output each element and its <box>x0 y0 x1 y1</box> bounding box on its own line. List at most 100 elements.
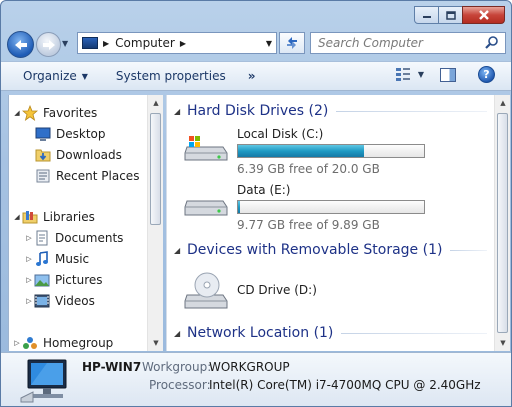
desktop-icon <box>35 127 51 141</box>
workgroup-label: Workgroup: <box>142 360 212 374</box>
collapsed-triangle-icon[interactable]: ▷ <box>24 297 34 305</box>
group-header-hard-disk-drives[interactable]: Hard Disk Drives (2) <box>187 103 487 119</box>
sidebar-item-libraries[interactable]: ◢ Libraries <box>12 207 95 227</box>
drive-name: Data (E:) <box>237 183 291 197</box>
sidebar-item-desktop[interactable]: Desktop <box>35 124 106 144</box>
documents-icon <box>36 230 48 246</box>
usage-bar-fill <box>238 201 241 213</box>
libraries-icon <box>22 211 38 224</box>
maximize-button[interactable] <box>438 6 463 24</box>
sidebar-item-label: Homegroup <box>43 336 114 350</box>
close-button[interactable] <box>462 6 505 24</box>
close-icon <box>478 10 489 20</box>
address-bar[interactable]: ▶ Computer ▶ ▼ <box>77 32 277 54</box>
search-placeholder: Search Computer <box>318 36 423 50</box>
processor-label: Processor: <box>149 378 211 392</box>
collapsed-triangle-icon[interactable]: ▷ <box>24 276 34 284</box>
system-properties-button[interactable]: System properties <box>110 65 232 87</box>
sidebar-item-homegroup[interactable]: ▷ Homegroup <box>12 333 113 351</box>
group-collapse-icon[interactable]: ◢ <box>174 107 180 116</box>
sidebar-item-label: Desktop <box>56 127 106 141</box>
breadcrumb-chevron-icon[interactable]: ▶ <box>180 39 186 48</box>
sidebar-item-videos[interactable]: ▷ Videos <box>24 291 95 311</box>
chevron-down-icon[interactable]: ▼ <box>266 39 272 48</box>
expanded-triangle-icon[interactable]: ◢ <box>12 109 22 117</box>
drive-item-e[interactable]: Data (E:) 9.77 GB free of 9.89 GB <box>183 183 483 233</box>
refresh-icon <box>287 37 297 49</box>
scroll-up-icon[interactable]: ▲ <box>495 95 511 111</box>
breadcrumb-computer[interactable]: Computer <box>115 36 175 50</box>
drive-item-c[interactable]: Local Disk (C:) 6.39 GB free of 20.0 GB <box>183 127 483 177</box>
toolbar-right: ▼ ? <box>395 66 511 83</box>
maximize-icon <box>445 10 456 20</box>
collapsed-triangle-icon[interactable]: ▷ <box>24 234 34 242</box>
usage-bar-fill <box>238 145 365 157</box>
group-collapse-icon[interactable]: ◢ <box>174 246 180 255</box>
group-title: Hard Disk Drives (2) <box>187 103 329 119</box>
computer-icon <box>82 37 98 49</box>
pictures-icon <box>34 274 50 287</box>
breadcrumb-chevron-icon[interactable]: ▶ <box>103 39 109 48</box>
expanded-triangle-icon[interactable]: ◢ <box>12 213 22 221</box>
search-input[interactable]: Search Computer <box>310 32 506 54</box>
back-button[interactable] <box>7 31 34 58</box>
star-icon <box>22 105 38 121</box>
details-pane: HP-WIN7 Workgroup: WORKGROUP Processor: … <box>1 352 511 406</box>
drive-free-space: 6.39 GB free of 20.0 GB <box>237 162 380 176</box>
command-bar: Organize ▼ System properties » ▼ ? <box>1 61 511 91</box>
minimize-icon <box>422 16 431 18</box>
sidebar-item-documents[interactable]: ▷ Documents <box>24 228 123 248</box>
sidebar-item-label: Recent Places <box>56 169 140 183</box>
more-commands-button[interactable]: » <box>242 65 262 87</box>
refresh-button[interactable] <box>279 32 305 54</box>
recent-pages-dropdown[interactable]: ▼ <box>62 39 68 48</box>
sidebar-item-downloads[interactable]: Downloads <box>35 145 122 165</box>
content-pane: ◢ Hard Disk Drives (2) Local Disk (C:) 6… <box>166 95 494 351</box>
view-options-dropdown[interactable]: ▼ <box>418 70 424 79</box>
group-header-removable-storage[interactable]: Devices with Removable Storage (1) <box>187 242 487 258</box>
computer-icon <box>20 359 67 403</box>
homegroup-icon <box>23 337 37 349</box>
drive-name: CD Drive (D:) <box>237 283 317 297</box>
collapsed-triangle-icon[interactable]: ▷ <box>24 255 34 263</box>
sidebar-item-label: Videos <box>55 294 95 308</box>
scroll-up-icon[interactable]: ▲ <box>148 95 164 111</box>
drive-item-d[interactable]: CD Drive (D:) <box>183 271 483 317</box>
collapsed-triangle-icon[interactable]: ▷ <box>12 339 22 347</box>
sidebar-item-label: Music <box>55 252 90 266</box>
windows-drive-icon <box>184 136 228 161</box>
help-icon[interactable]: ? <box>478 66 495 83</box>
group-title: Devices with Removable Storage (1) <box>187 242 443 258</box>
sidebar-item-label: Documents <box>55 231 124 245</box>
forward-button[interactable] <box>36 32 61 57</box>
scroll-thumb[interactable] <box>497 113 508 333</box>
workgroup-value: WORKGROUP <box>209 360 290 374</box>
sidebar-item-pictures[interactable]: ▷ Pictures <box>24 270 102 290</box>
scroll-down-icon[interactable]: ▼ <box>495 335 511 351</box>
hard-drive-icon <box>184 200 228 216</box>
change-view-icon[interactable] <box>395 68 410 81</box>
search-icon[interactable] <box>485 36 499 50</box>
sidebar-item-recent-places[interactable]: Recent Places <box>35 166 139 186</box>
sidebar-item-music[interactable]: ▷ Music <box>24 249 89 269</box>
content-pane-scrollbar[interactable]: ▲ ▼ <box>494 95 510 351</box>
scroll-down-icon[interactable]: ▼ <box>148 335 164 351</box>
preview-pane-icon[interactable] <box>440 67 456 82</box>
organize-button[interactable]: Organize ▼ <box>17 65 94 87</box>
arrow-right-icon <box>42 39 55 50</box>
scroll-thumb[interactable] <box>150 113 161 225</box>
group-header-network-location[interactable]: Network Location (1) <box>187 325 487 341</box>
sidebar-item-label: Libraries <box>43 210 95 224</box>
drive-free-space: 9.77 GB free of 9.89 GB <box>237 218 380 232</box>
navigation-pane-scrollbar[interactable]: ▲ ▼ <box>147 95 163 351</box>
usage-bar <box>237 200 425 214</box>
minimize-button[interactable] <box>414 6 439 24</box>
sidebar-item-favorites[interactable]: ◢ Favorites <box>12 103 97 123</box>
videos-icon <box>34 294 50 308</box>
music-icon <box>36 251 48 266</box>
caption-buttons <box>414 6 505 24</box>
group-collapse-icon[interactable]: ◢ <box>174 329 180 338</box>
group-divider <box>336 110 487 112</box>
arrow-left-icon <box>14 39 27 50</box>
processor-value: Intel(R) Core(TM) i7-4700MQ CPU @ 2.40GH… <box>209 378 481 392</box>
